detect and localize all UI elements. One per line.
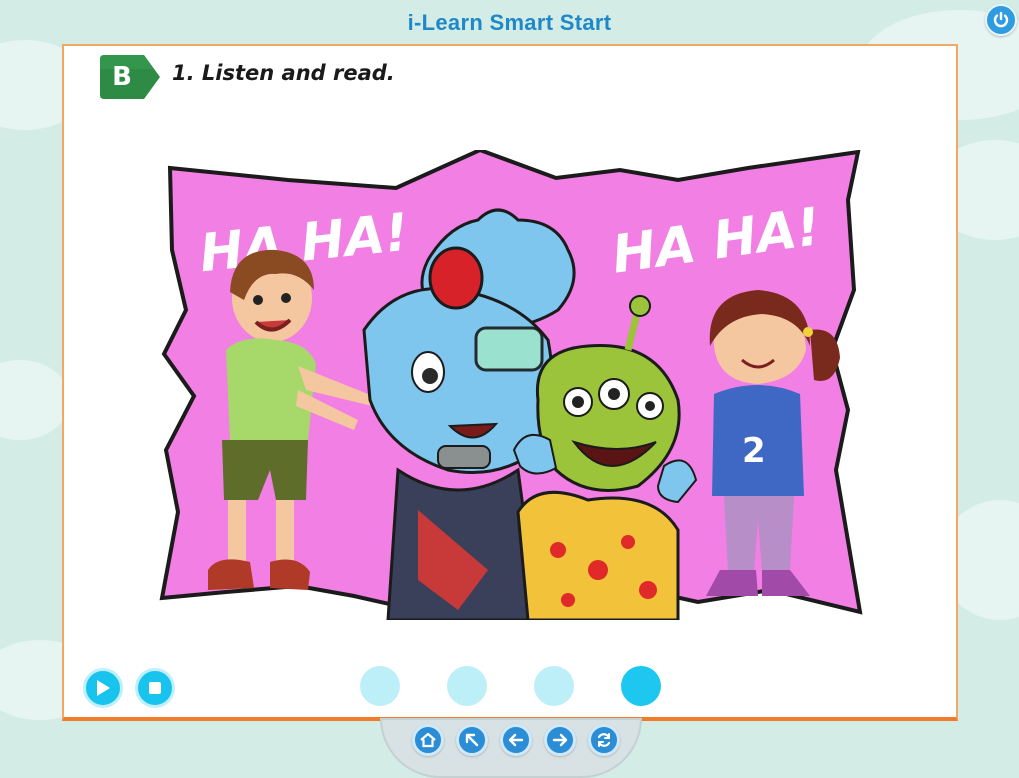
stop-button[interactable] (135, 668, 175, 708)
lesson-panel: B 1. Listen and read. HA HA! HA HA! 2 (62, 44, 958, 721)
power-button[interactable] (985, 4, 1017, 36)
play-button[interactable] (83, 668, 123, 708)
up-left-arrow-icon (465, 733, 479, 747)
background-cloud (0, 360, 70, 440)
page-dot-4[interactable] (621, 666, 661, 706)
app-title: i-Learn Smart Start (407, 10, 612, 35)
section-letter: B (112, 62, 132, 92)
next-button[interactable] (544, 724, 576, 756)
back-arrow-icon (508, 733, 524, 747)
replay-button[interactable] (588, 724, 620, 756)
stop-icon (149, 682, 161, 694)
page-dot-2[interactable] (447, 666, 487, 706)
play-icon (97, 680, 110, 696)
previous-button[interactable] (500, 724, 532, 756)
shirt-number: 2 (742, 431, 766, 471)
forward-arrow-icon (552, 733, 568, 747)
section-badge: B (100, 55, 160, 99)
refresh-icon (597, 733, 611, 747)
menu-back-button[interactable] (456, 724, 488, 756)
home-button[interactable] (412, 724, 444, 756)
home-icon (420, 732, 436, 748)
page-dot-1[interactable] (360, 666, 400, 706)
page-dot-3[interactable] (534, 666, 574, 706)
power-icon (993, 11, 1009, 28)
instruction-text: 1. Listen and read. (172, 61, 395, 85)
comic-illustration: HA HA! HA HA! 2 (158, 147, 870, 622)
